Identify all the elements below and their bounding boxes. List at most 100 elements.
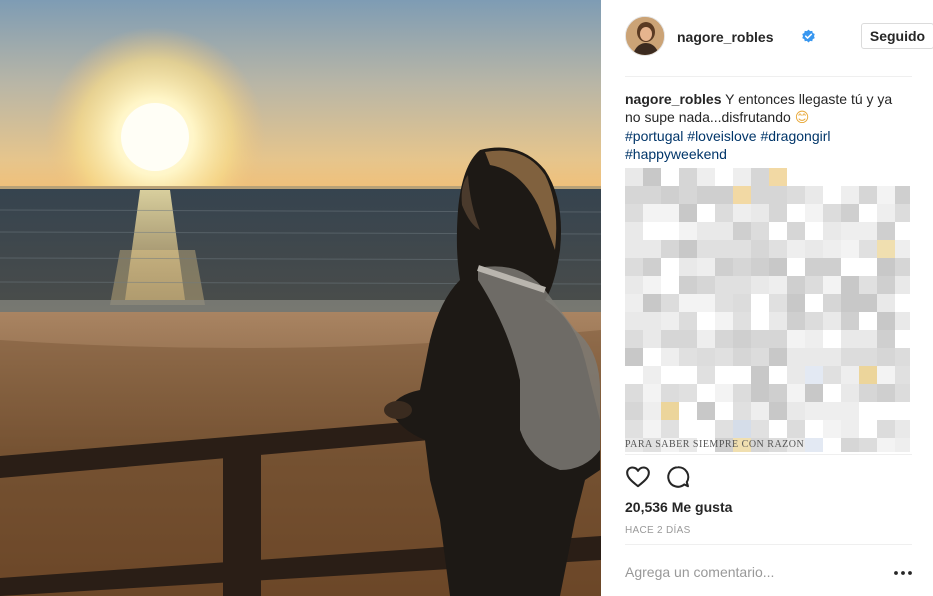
pixel-block	[625, 222, 643, 240]
post-timestamp[interactable]: HACE 2 DÍAS	[625, 525, 691, 536]
pixel-block	[877, 312, 895, 330]
pixel-block	[877, 330, 895, 348]
pixel-block	[715, 294, 733, 312]
pixel-block	[661, 312, 679, 330]
pixel-block	[643, 294, 661, 312]
pixel-block	[751, 384, 769, 402]
pixel-block	[805, 276, 823, 294]
pixel-block	[625, 168, 643, 186]
pixel-block	[733, 276, 751, 294]
hashtag-link[interactable]: #portugal	[625, 128, 683, 144]
likes-count[interactable]: 20,536 Me gusta	[625, 499, 732, 515]
pixel-block	[787, 240, 805, 258]
pixel-block	[661, 420, 679, 438]
pixel-block	[823, 348, 841, 366]
pixel-block	[643, 240, 661, 258]
pixel-block	[841, 276, 859, 294]
pixel-block	[805, 186, 823, 204]
pixel-block	[751, 204, 769, 222]
pixel-block	[625, 240, 643, 258]
ellipsis-icon[interactable]	[893, 566, 913, 578]
hashtag-link[interactable]: #happyweekend	[625, 146, 727, 162]
pixel-block	[859, 348, 877, 366]
pixel-block	[895, 240, 910, 258]
pixel-block	[841, 402, 859, 420]
pixel-block	[895, 204, 910, 222]
hashtag-link[interactable]: #loveislove	[687, 128, 756, 144]
pixel-block	[625, 186, 643, 204]
post-photo[interactable]	[0, 0, 601, 596]
pixel-block	[769, 276, 787, 294]
pixel-block	[841, 348, 859, 366]
pixel-block	[841, 330, 859, 348]
pixel-block	[895, 276, 910, 294]
pixel-block	[787, 402, 805, 420]
pixel-block	[697, 222, 715, 240]
heart-icon[interactable]	[625, 464, 651, 490]
pixel-block	[643, 384, 661, 402]
pixel-block	[679, 186, 697, 204]
hashtags: #portugal #loveislove #dragongirl #happy…	[625, 127, 910, 163]
pixel-block	[895, 420, 910, 438]
pixel-block	[733, 294, 751, 312]
pixel-block	[679, 168, 697, 186]
pixel-block	[805, 348, 823, 366]
pixel-block	[679, 312, 697, 330]
pixel-block	[733, 186, 751, 204]
pixel-block	[877, 384, 895, 402]
pixel-block	[841, 204, 859, 222]
pixel-block	[859, 330, 877, 348]
pixel-block	[769, 168, 787, 186]
pixel-block	[751, 330, 769, 348]
pixel-block	[823, 366, 841, 384]
pixel-block	[823, 420, 841, 438]
hashtag-link[interactable]: #dragongirl	[760, 128, 830, 144]
pixel-block	[895, 366, 910, 384]
pixel-block	[787, 294, 805, 312]
pixel-block	[643, 330, 661, 348]
comments-area[interactable]: nagore_robles Y entonces llegaste tú y y…	[625, 90, 910, 452]
divider	[625, 544, 912, 545]
comment-input[interactable]	[625, 561, 865, 583]
avatar[interactable]	[625, 16, 665, 56]
pixel-block	[769, 384, 787, 402]
pixel-block	[661, 240, 679, 258]
pixel-block	[841, 312, 859, 330]
following-button[interactable]: Seguido	[861, 23, 933, 49]
caption-username[interactable]: nagore_robles	[625, 91, 721, 107]
pixel-block	[859, 186, 877, 204]
pixel-block	[877, 222, 895, 240]
pixel-block	[859, 366, 877, 384]
pixel-block	[787, 420, 805, 438]
pixel-block	[661, 330, 679, 348]
post-header: nagore_robles Seguido	[625, 16, 933, 60]
author-username[interactable]: nagore_robles	[677, 29, 773, 45]
pixel-block	[661, 294, 679, 312]
pixel-block	[715, 222, 733, 240]
pixel-block	[805, 312, 823, 330]
pixel-block	[841, 186, 859, 204]
pixel-block	[643, 420, 661, 438]
pixel-block	[751, 348, 769, 366]
pixel-block	[733, 384, 751, 402]
pixel-block	[679, 384, 697, 402]
pixel-block	[643, 186, 661, 204]
pixel-block	[895, 312, 910, 330]
pixel-block	[805, 330, 823, 348]
pixel-block	[751, 168, 769, 186]
comment-bubble-icon[interactable]	[665, 464, 691, 490]
pixel-block	[697, 258, 715, 276]
pixel-block	[787, 222, 805, 240]
partially-hidden-comment: PARA SABER SIEMPRE CON RAZON	[625, 439, 805, 450]
pixel-block	[877, 348, 895, 366]
pixel-block	[715, 348, 733, 366]
pixel-block	[715, 312, 733, 330]
pixel-block	[625, 312, 643, 330]
pixelated-comments	[625, 168, 910, 452]
pixel-block	[733, 420, 751, 438]
pixel-block	[805, 240, 823, 258]
pixel-block	[679, 276, 697, 294]
pixel-block	[841, 366, 859, 384]
pixel-block	[751, 186, 769, 204]
pixel-block	[805, 384, 823, 402]
